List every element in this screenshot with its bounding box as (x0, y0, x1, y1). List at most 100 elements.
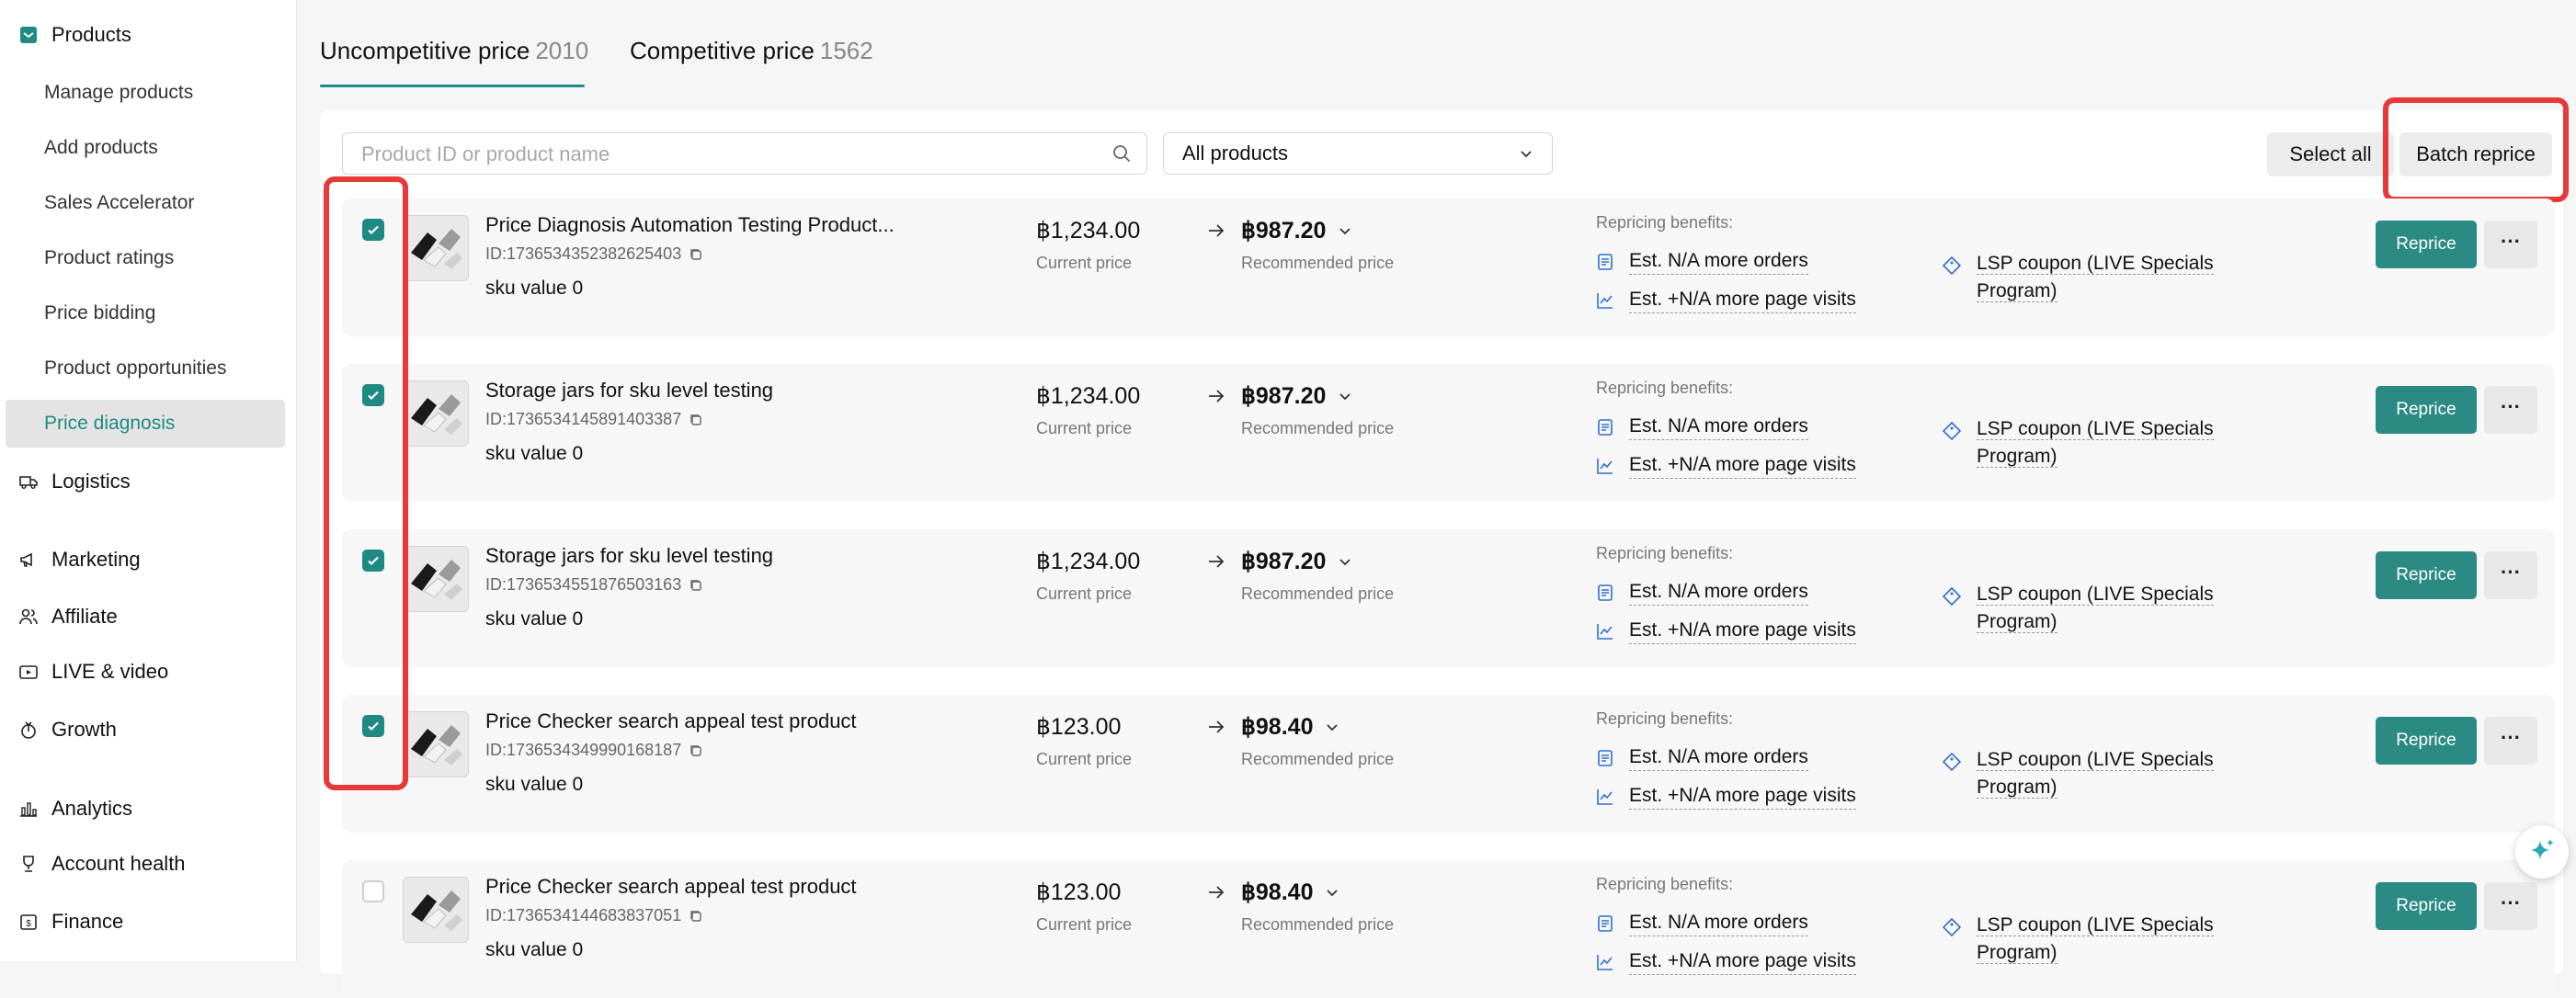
arrow-right-icon (1209, 224, 1225, 237)
product-row: Price Checker search appeal test product… (342, 860, 2555, 998)
sidebar-item-marketing[interactable]: Marketing (18, 543, 141, 576)
chevron-down-icon (1327, 890, 1339, 897)
sidebar-item-sales-accelerator[interactable]: Sales Accelerator (44, 189, 194, 217)
row-checkbox[interactable] (362, 715, 384, 737)
row-checkbox[interactable] (362, 550, 384, 572)
product-thumbnail[interactable] (403, 380, 469, 447)
batch-reprice-button[interactable]: Batch reprice (2399, 132, 2552, 176)
reprice-button[interactable]: Reprice (2376, 386, 2477, 434)
recommended-price-select[interactable]: ฿987.20 (1241, 548, 1353, 575)
product-name[interactable]: Storage jars for sku level testing (485, 544, 773, 568)
reprice-button[interactable]: Reprice (2376, 717, 2477, 765)
reprice-button[interactable]: Reprice (2376, 221, 2477, 268)
benefit-orders: Est. N/A more orders (1596, 248, 1808, 275)
recommended-price-select[interactable]: ฿98.40 (1241, 713, 1340, 741)
product-name[interactable]: Price Checker search appeal test product (485, 875, 857, 899)
copy-icon[interactable] (689, 578, 703, 593)
coupon-text-line2: Program) (1977, 446, 2057, 468)
benefit-visits-text: Est. +N/A more page visits (1629, 783, 1856, 810)
select-all-button[interactable]: Select all (2267, 132, 2394, 176)
product-thumbnail[interactable] (403, 215, 469, 281)
sidebar-item-price-diagnosis[interactable]: Price diagnosis (6, 400, 285, 448)
sidebar-item-label: Growth (51, 718, 117, 741)
sidebar-item-manage-products[interactable]: Manage products (44, 79, 193, 107)
sidebar-item-price-bidding[interactable]: Price bidding (44, 300, 155, 327)
tab-label: Competitive price (630, 37, 815, 64)
chevron-down-icon (1339, 228, 1351, 235)
product-name[interactable]: Storage jars for sku level testing (485, 379, 773, 403)
product-id-text: ID:1736534352382625403 (485, 244, 682, 263)
product-filter-select[interactable]: All products (1163, 132, 1553, 175)
copy-icon[interactable] (689, 247, 703, 262)
sidebar-item-finance[interactable]: $ Finance (18, 905, 123, 938)
sidebar-item-analytics[interactable]: Analytics (18, 792, 132, 825)
more-options-button[interactable]: ··· (2484, 221, 2537, 268)
coupon-tag-icon (1942, 255, 1962, 276)
document-icon (1598, 418, 1613, 436)
growth-icon (18, 720, 39, 740)
product-thumbnail[interactable] (403, 546, 469, 612)
coupon-text-line1: LSP coupon (LIVE Specials (1977, 749, 2214, 771)
more-options-button[interactable]: ··· (2484, 882, 2537, 930)
check-icon (368, 391, 379, 401)
row-checkbox[interactable] (362, 219, 384, 241)
sidebar-item-label: Account health (51, 852, 186, 875)
benefit-orders-text: Est. N/A more orders (1629, 248, 1808, 275)
sidebar-item-affiliate[interactable]: Affiliate (18, 600, 118, 633)
sidebar-item-product-ratings[interactable]: Product ratings (44, 244, 174, 272)
row-checkbox[interactable] (362, 880, 384, 902)
product-name[interactable]: Price Diagnosis Automation Testing Produ… (485, 213, 895, 237)
benefits-title: Repricing benefits: (1596, 709, 1734, 728)
copy-icon[interactable] (689, 413, 703, 427)
product-row: Storage jars for sku level testing ID:17… (342, 529, 2555, 667)
product-row: Price Diagnosis Automation Testing Produ… (342, 198, 2555, 336)
check-icon (368, 721, 379, 731)
sidebar-item-growth[interactable]: Growth (18, 713, 117, 746)
product-thumbnail[interactable] (403, 877, 469, 943)
tab-uncompetitive-price[interactable]: Uncompetitive price 2010 (320, 37, 588, 65)
more-options-button[interactable]: ··· (2484, 386, 2537, 434)
current-price-label: Current price (1036, 584, 1133, 603)
reprice-button[interactable]: Reprice (2376, 551, 2477, 599)
recommended-price-select[interactable]: ฿98.40 (1241, 879, 1340, 906)
coupon-text-line2: Program) (1977, 777, 2057, 799)
benefit-visits-text: Est. +N/A more page visits (1629, 452, 1856, 479)
sidebar-item-logistics[interactable]: Logistics (18, 465, 131, 498)
more-options-button[interactable]: ··· (2484, 551, 2537, 599)
current-price-label: Current price (1036, 915, 1133, 934)
bar-chart-icon (18, 799, 39, 819)
recommended-price-select[interactable]: ฿987.20 (1241, 382, 1353, 410)
recommended-price: ฿98.40 (1241, 879, 1314, 905)
more-options-button[interactable]: ··· (2484, 717, 2537, 765)
sidebar-item-product-opportunities[interactable]: Product opportunities (44, 355, 226, 382)
copy-icon[interactable] (689, 743, 703, 758)
search-input[interactable] (359, 133, 1099, 176)
recommended-price: ฿987.20 (1241, 549, 1327, 574)
tab-competitive-price[interactable]: Competitive price 1562 (630, 37, 873, 65)
coupon-tag-icon (1942, 586, 1962, 607)
copy-icon[interactable] (689, 909, 703, 924)
sku-value: sku value 0 (485, 939, 584, 960)
sidebar-item-live-video[interactable]: LIVE & video (18, 655, 168, 688)
coupon-tag-icon (1942, 752, 1962, 772)
tab-count: 1562 (819, 37, 873, 64)
row-checkbox[interactable] (362, 384, 384, 406)
ai-assistant-button[interactable] (2515, 825, 2569, 879)
product-id-text: ID:1736534551876503163 (485, 575, 682, 594)
search-icon[interactable] (1111, 143, 1132, 164)
sidebar-item-account-health[interactable]: Account health (18, 847, 186, 880)
sidebar-item-label: Logistics (51, 470, 131, 493)
product-row: Storage jars for sku level testing ID:17… (342, 364, 2555, 502)
product-name[interactable]: Price Checker search appeal test product (485, 709, 857, 733)
sidebar-item-label: LIVE & video (51, 660, 169, 683)
sidebar-item-add-products[interactable]: Add products (44, 134, 158, 162)
benefits-title: Repricing benefits: (1596, 213, 1734, 232)
current-price: ฿1,234.00 (1036, 383, 1141, 409)
sidebar-item-label: Products (51, 23, 131, 46)
coupon-tag-icon (1942, 421, 1962, 441)
recommended-price-select[interactable]: ฿987.20 (1241, 217, 1353, 244)
sidebar-item-products[interactable]: Products (18, 18, 131, 51)
coupon-text-line1: LSP coupon (LIVE Specials (1977, 914, 2214, 936)
reprice-button[interactable]: Reprice (2376, 882, 2477, 930)
product-thumbnail[interactable] (403, 711, 469, 777)
